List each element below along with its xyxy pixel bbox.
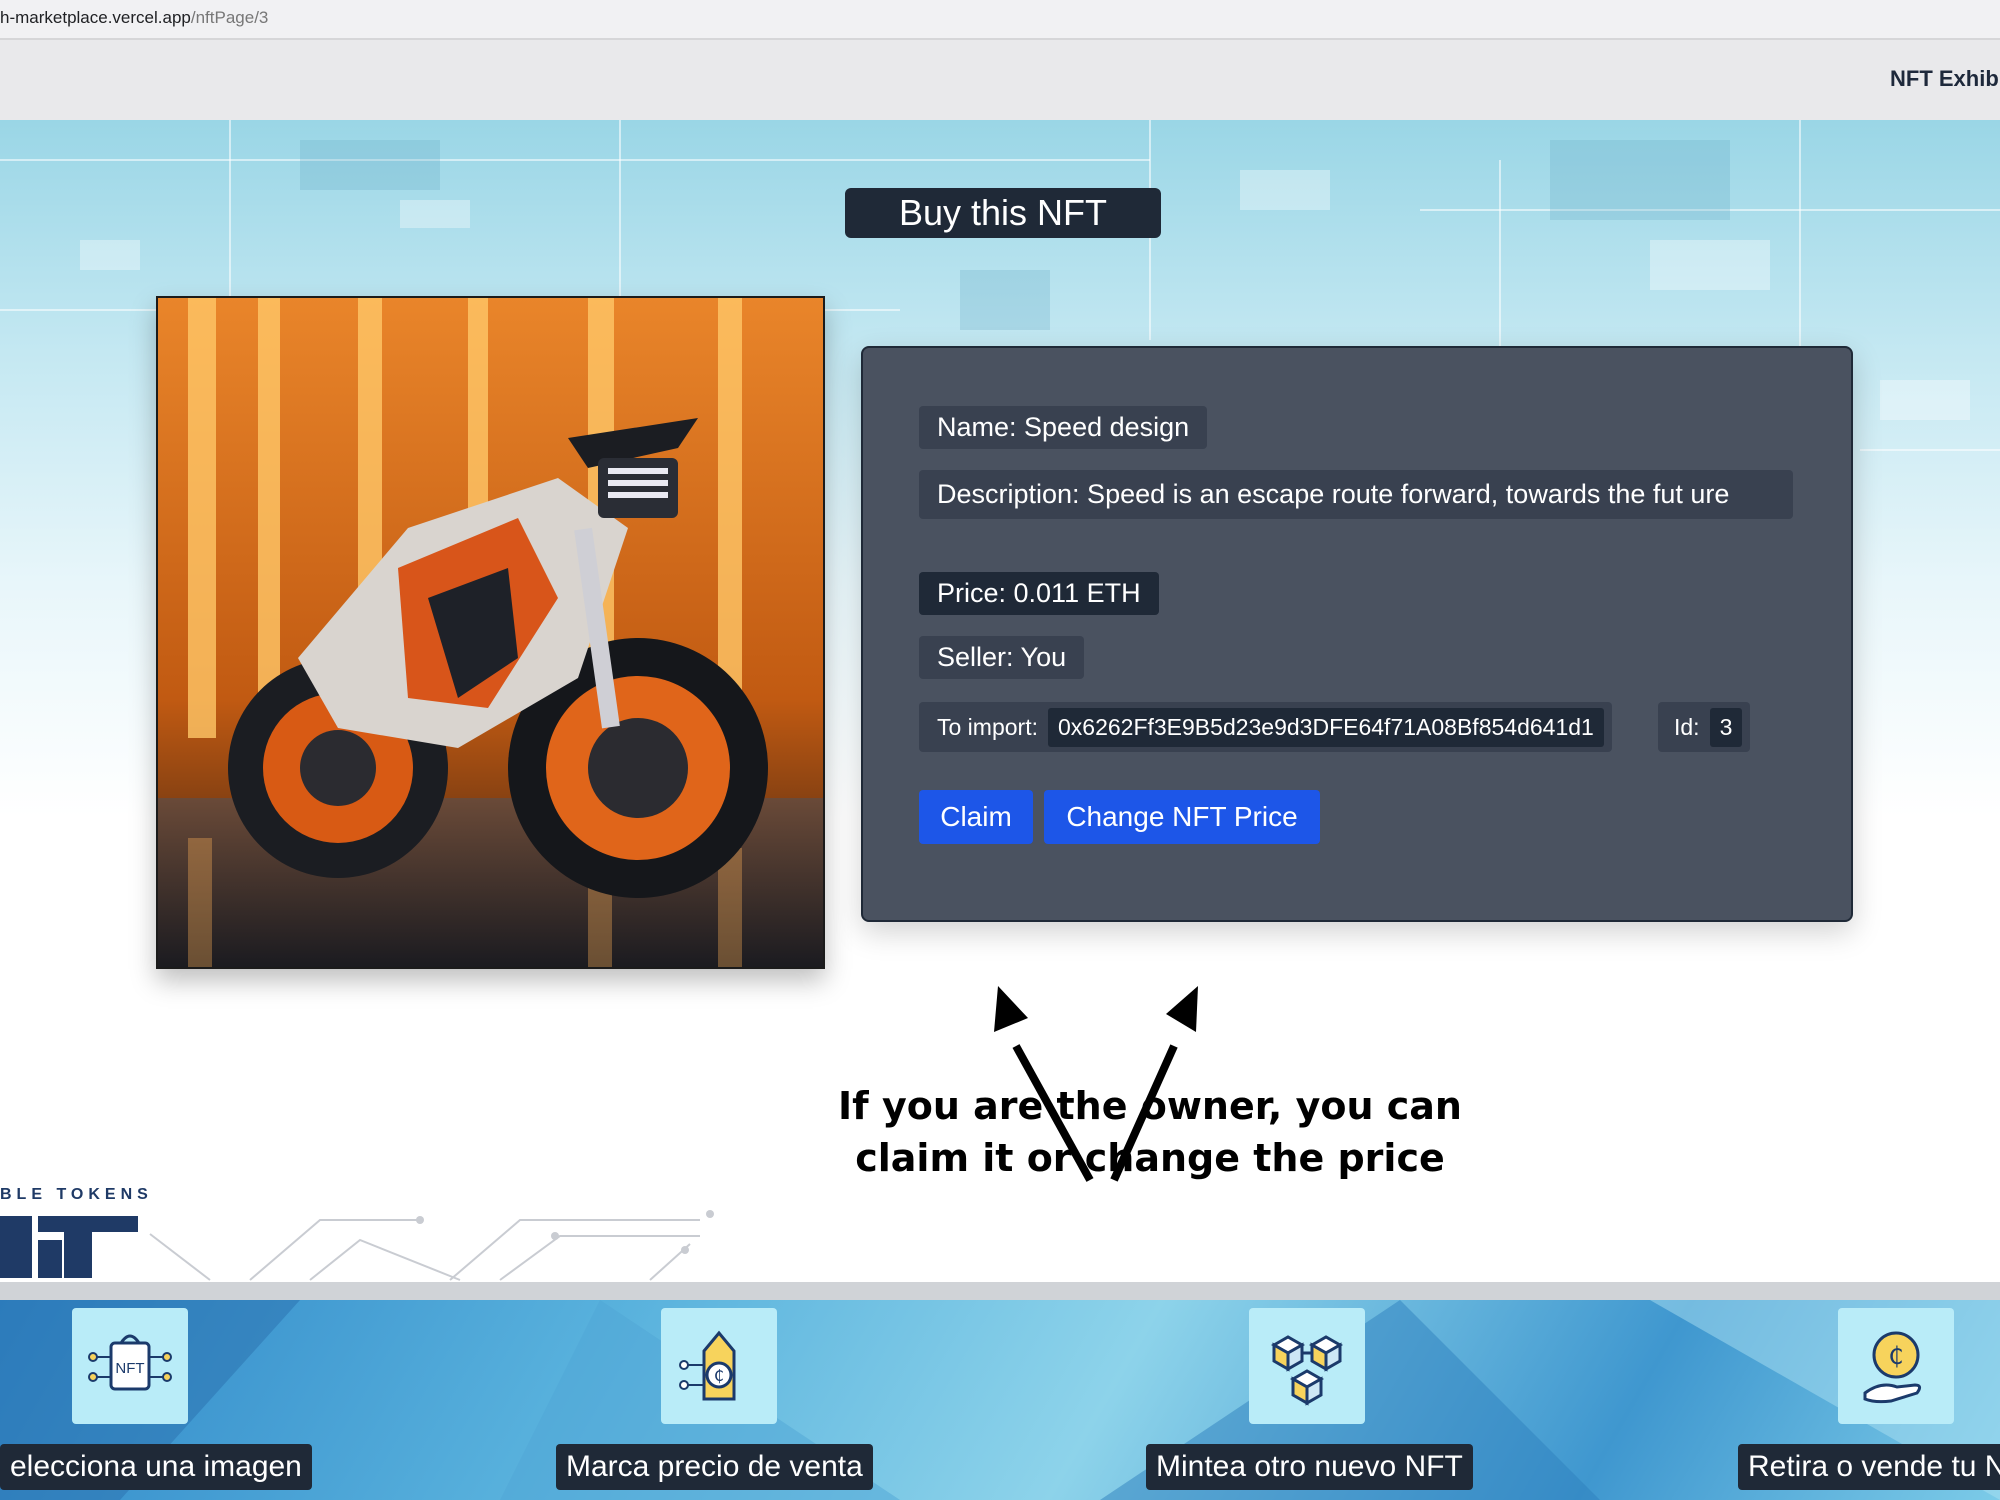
nft-logo-icon bbox=[0, 1210, 714, 1281]
id-label: Id: bbox=[1674, 713, 1700, 740]
browser-url-bar[interactable]: h-marketplace.vercel.app/nftPage/3 bbox=[0, 0, 2000, 40]
url-text[interactable]: h-marketplace.vercel.app/nftPage/3 bbox=[0, 8, 268, 28]
svg-text:₵: ₵ bbox=[714, 1366, 724, 1385]
nft-image bbox=[156, 296, 825, 969]
claim-button[interactable]: Claim bbox=[919, 790, 1033, 844]
step-label-select-image[interactable]: elecciona una imagen bbox=[0, 1444, 312, 1490]
svg-text:₵: ₵ bbox=[1888, 1342, 1903, 1370]
annotation-line-1: If you are the owner, you can bbox=[838, 1084, 1462, 1128]
change-price-button[interactable]: Change NFT Price bbox=[1044, 790, 1320, 844]
nft-description: Description: Speed is an escape route fo… bbox=[919, 470, 1793, 519]
nav-link-nft-exhibition[interactable]: NFT Exhibi bbox=[1890, 66, 2000, 92]
contract-address[interactable]: 0x6262Ff3E9B5d23e9d3DFE64f71A08Bf854d641… bbox=[1047, 707, 1604, 747]
blocks-icon bbox=[1270, 1335, 1344, 1406]
footer-separator bbox=[0, 1282, 2000, 1300]
price-tag-icon: ₵ bbox=[679, 1330, 736, 1401]
annotation-callout: If you are the owner, you can claim it o… bbox=[800, 1080, 1500, 1184]
svg-text:NFT: NFT bbox=[115, 1360, 144, 1377]
step-label-set-price[interactable]: Marca precio de venta bbox=[556, 1444, 873, 1490]
nft-price: Price: 0.011 ETH bbox=[919, 572, 1159, 615]
logo-tagline: BLE TOKENS bbox=[0, 1186, 153, 1203]
coin-hand-icon: ₵ bbox=[1863, 1331, 1922, 1404]
navbar: NFT Exhibi bbox=[0, 40, 2000, 120]
hero-section: Buy this NFT Name: Speed design Descript… bbox=[0, 120, 2000, 1282]
step-tile-withdraw-sell[interactable]: ₵ bbox=[1838, 1308, 1954, 1424]
step-label-withdraw-sell[interactable]: Retira o vende tu N bbox=[1738, 1444, 2000, 1490]
nft-bag-icon: NFT bbox=[88, 1334, 172, 1391]
step-label-mint-nft[interactable]: Mintea otro nuevo NFT bbox=[1146, 1444, 1473, 1490]
step-tile-select-image[interactable]: NFT bbox=[72, 1308, 188, 1424]
token-id: Id: 3 bbox=[1658, 702, 1751, 752]
page-title: Buy this NFT bbox=[845, 188, 1161, 238]
nft-seller: Seller: You bbox=[919, 636, 1085, 679]
footer-steps: NFT elecciona una imagen ₵ Marca precio … bbox=[0, 1300, 2000, 1500]
id-value[interactable]: 3 bbox=[1709, 707, 1743, 747]
annotation-line-2: claim it or change the price bbox=[855, 1136, 1445, 1180]
nft-info-panel: Name: Speed design Description: Speed is… bbox=[861, 346, 1853, 922]
import-info: To import: 0x6262Ff3E9B5d23e9d3DFE64f71A… bbox=[919, 702, 1612, 752]
import-label: To import: bbox=[937, 713, 1038, 740]
step-tile-set-price[interactable]: ₵ bbox=[661, 1308, 777, 1424]
nft-name: Name: Speed design bbox=[919, 406, 1208, 449]
step-tile-mint-nft[interactable] bbox=[1249, 1308, 1365, 1424]
motorcycle-image bbox=[158, 298, 823, 967]
